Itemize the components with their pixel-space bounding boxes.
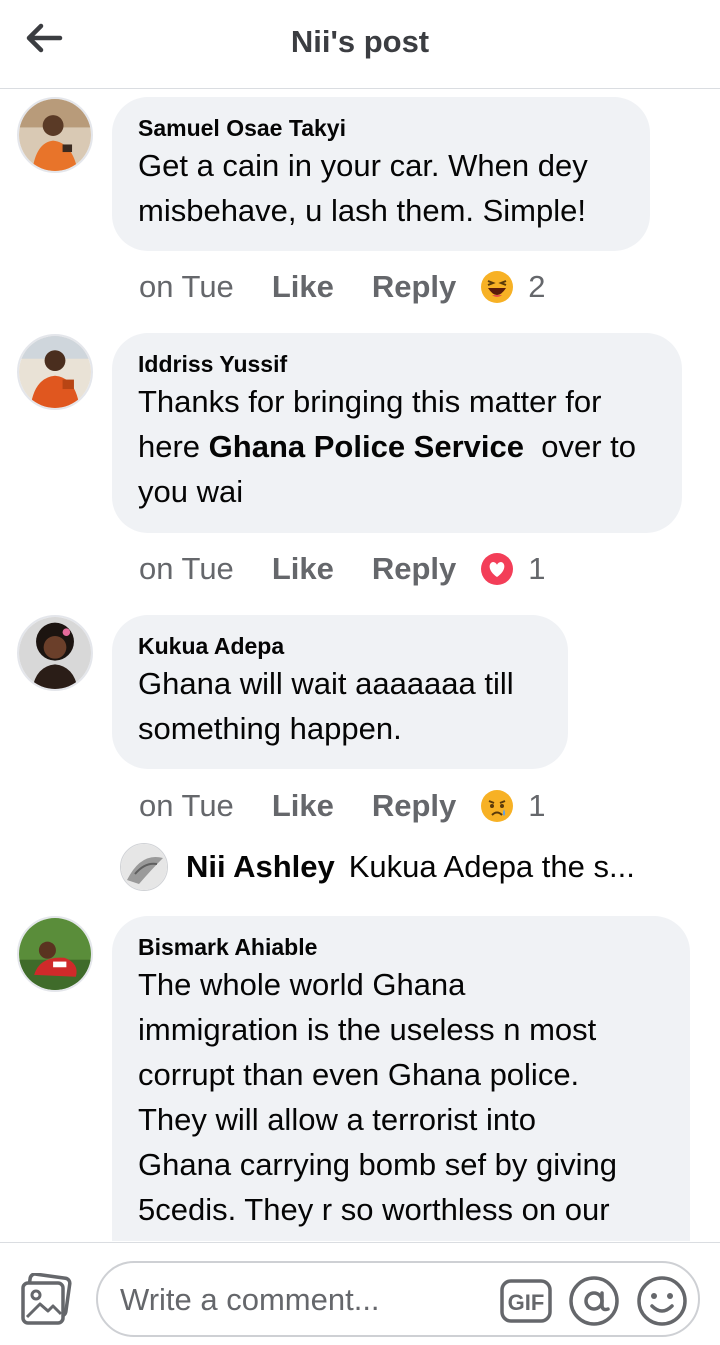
avatar[interactable] [17,916,93,992]
comment-text: over to [524,429,636,464]
comment-actions: on Tue Like Reply 1 [139,786,546,826]
comment-bubble[interactable]: Kukua Adepa Ghana will wait aaaaaaa till… [112,615,568,769]
comment-actions: on Tue Like Reply 1 [139,549,546,589]
photo-icon [21,1272,72,1325]
comment-text-line: you wai [138,474,244,509]
comment-time[interactable]: on Tue [139,269,234,305]
comment-author[interactable]: Iddriss Yussif [138,349,656,379]
comment-text-line: The whole world Ghana [138,967,466,1002]
like-button[interactable]: Like [272,269,334,305]
comment-text-line: Ghana will wait aaaaaaa till [138,666,514,701]
reply-button[interactable]: Reply [372,788,456,824]
comment-text-line: immigration is the useless n most [138,1012,597,1047]
love-heart-icon[interactable] [480,552,514,586]
avatar-photo [19,617,91,689]
avatar[interactable] [120,843,168,891]
avatar[interactable] [17,97,93,173]
reply-text: Kukua Adepa the s... [348,849,635,884]
comment-text-line: corrupt than even Ghana police. [138,1057,580,1092]
comment-text-line: Get a cain in your car. When dey [138,148,588,183]
emoji-button[interactable] [636,1275,688,1327]
smiley-icon [637,1276,687,1326]
comment-time[interactable]: on Tue [139,788,234,824]
avatar-photo [121,844,167,890]
reply-button[interactable]: Reply [372,269,456,305]
gif-icon: GIF [500,1279,552,1323]
mention-button[interactable] [568,1275,620,1327]
sad-emoji-icon[interactable] [480,789,514,823]
laughing-emoji-icon[interactable] [480,270,514,304]
comment-bubble[interactable]: Iddriss Yussif Thanks for bringing this … [112,333,682,533]
avatar[interactable] [17,615,93,691]
reply-button[interactable]: Reply [372,551,456,587]
top-bar: Nii's post [0,0,720,89]
avatar-photo [19,336,91,408]
reaction-count[interactable]: 1 [528,788,545,824]
reply-preview[interactable]: Nii Ashley Kukua Adepa the s... [120,843,680,891]
comment-time[interactable]: on Tue [139,551,234,587]
like-button[interactable]: Like [272,551,334,587]
comment-text-line: Thanks for bringing this matter for [138,384,602,419]
comment-composer[interactable]: GIF [96,1261,700,1337]
gif-label: GIF [508,1290,545,1315]
comment-text: here [138,429,209,464]
gif-button[interactable]: GIF [500,1275,552,1327]
comment-bubble[interactable]: Samuel Osae Takyi Get a cain in your car… [112,97,650,251]
comment-text-line: something happen. [138,711,402,746]
at-sign-icon [569,1276,619,1326]
comment-author[interactable]: Bismark Ahiable [138,932,664,962]
like-button[interactable]: Like [272,788,334,824]
comment-author[interactable]: Samuel Osae Takyi [138,113,624,143]
avatar-photo [19,99,91,171]
mention-link[interactable]: Ghana Police Service [209,429,524,464]
comment-input[interactable] [118,1277,482,1323]
comment-text-line: They will allow a terrorist into [138,1102,536,1137]
comment-text-line: 5cedis. They r so worthless on our [138,1192,610,1227]
comment-text-line: misbehave, u lash them. Simple! [138,193,586,228]
reaction-count[interactable]: 2 [528,269,545,305]
photo-button[interactable] [20,1272,74,1327]
comment-composer-bar: GIF [0,1242,720,1345]
comment-actions: on Tue Like Reply 2 [139,267,546,307]
comment-text-line: Ghana carrying bomb sef by giving [138,1147,618,1182]
comment-text-line: here Ghana Police Service over to [138,424,656,469]
page-title: Nii's post [290,24,430,59]
comment-author[interactable]: Kukua Adepa [138,631,542,661]
reaction-count[interactable]: 1 [528,551,545,587]
avatar-photo [19,918,91,990]
comment-bubble[interactable]: Bismark Ahiable The whole world Ghana im… [112,916,690,1241]
comment-feed[interactable]: Samuel Osae Takyi Get a cain in your car… [0,89,720,1241]
avatar[interactable] [17,334,93,410]
reply-author[interactable]: Nii Ashley [186,849,335,885]
